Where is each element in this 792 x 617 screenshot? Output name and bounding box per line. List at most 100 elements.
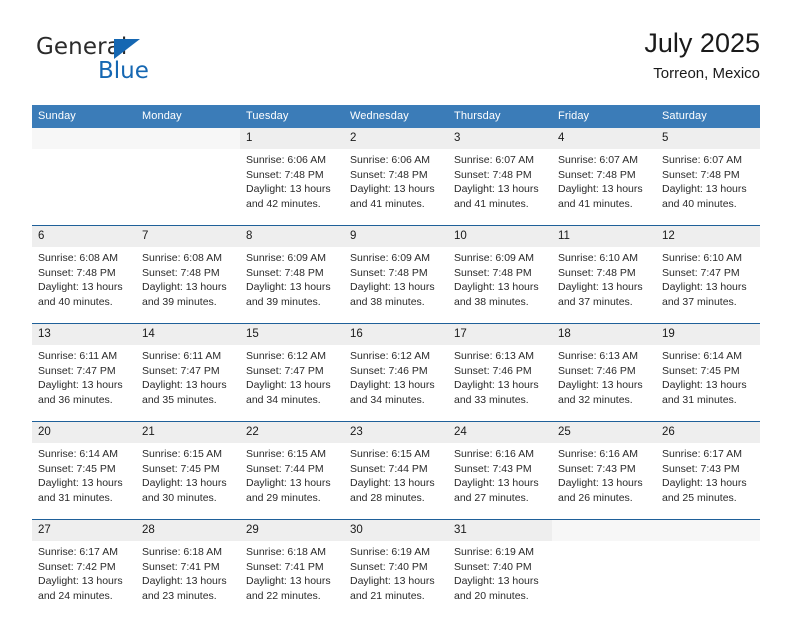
day-info: Sunrise: 6:10 AM Sunset: 7:48 PM Dayligh…: [552, 247, 656, 323]
day-number[interactable]: 8: [240, 226, 344, 247]
daylight-text-line2: and 41 minutes.: [350, 197, 425, 210]
daylight-text-line2: and 30 minutes.: [142, 491, 217, 504]
sunset-text: Sunset: 7:48 PM: [246, 266, 324, 279]
day-info: Sunrise: 6:08 AM Sunset: 7:48 PM Dayligh…: [136, 247, 240, 323]
daylight-text-line2: and 22 minutes.: [246, 589, 321, 602]
day-number[interactable]: 26: [656, 422, 760, 443]
day-info: Sunrise: 6:06 AM Sunset: 7:48 PM Dayligh…: [240, 149, 344, 225]
daylight-text-line2: and 38 minutes.: [350, 295, 425, 308]
day-info-empty: [552, 541, 656, 617]
day-info: Sunrise: 6:14 AM Sunset: 7:45 PM Dayligh…: [32, 443, 136, 519]
daylight-text-line2: and 27 minutes.: [454, 491, 529, 504]
logo-text-blue: Blue: [98, 58, 149, 84]
sunset-text: Sunset: 7:47 PM: [142, 364, 220, 377]
day-info-row: Sunrise: 6:17 AM Sunset: 7:42 PM Dayligh…: [32, 541, 760, 617]
sunset-text: Sunset: 7:47 PM: [246, 364, 324, 377]
sunrise-text: Sunrise: 6:13 AM: [454, 350, 534, 362]
day-number[interactable]: 30: [344, 520, 448, 541]
day-number[interactable]: 15: [240, 324, 344, 345]
day-number[interactable]: 20: [32, 422, 136, 443]
daylight-text-line2: and 23 minutes.: [142, 589, 217, 602]
general-blue-logo[interactable]: General Blue: [36, 34, 236, 90]
daylight-text-line1: Daylight: 13 hours: [662, 281, 747, 294]
daylight-text-line1: Daylight: 13 hours: [142, 379, 227, 392]
daylight-text-line1: Daylight: 13 hours: [246, 575, 331, 588]
day-info-row: Sunrise: 6:14 AM Sunset: 7:45 PM Dayligh…: [32, 443, 760, 519]
day-info: Sunrise: 6:18 AM Sunset: 7:41 PM Dayligh…: [240, 541, 344, 617]
day-number[interactable]: 24: [448, 422, 552, 443]
day-number[interactable]: 1: [240, 128, 344, 149]
sunset-text: Sunset: 7:48 PM: [558, 168, 636, 181]
day-cell-empty: [552, 520, 656, 541]
day-info: Sunrise: 6:12 AM Sunset: 7:47 PM Dayligh…: [240, 345, 344, 421]
daylight-text-line1: Daylight: 13 hours: [662, 477, 747, 490]
daylight-text-line1: Daylight: 13 hours: [454, 379, 539, 392]
daylight-text-line1: Daylight: 13 hours: [142, 477, 227, 490]
daylight-text-line2: and 31 minutes.: [38, 491, 113, 504]
day-number[interactable]: 2: [344, 128, 448, 149]
daylight-text-line1: Daylight: 13 hours: [350, 477, 435, 490]
sunrise-text: Sunrise: 6:18 AM: [142, 546, 222, 558]
day-number[interactable]: 13: [32, 324, 136, 345]
weekday-header-thursday: Thursday: [448, 105, 552, 128]
logo-triangle-icon: [114, 39, 140, 59]
sunset-text: Sunset: 7:44 PM: [350, 462, 428, 475]
day-number[interactable]: 5: [656, 128, 760, 149]
daylight-text-line2: and 34 minutes.: [350, 393, 425, 406]
daylight-text-line2: and 39 minutes.: [246, 295, 321, 308]
day-number[interactable]: 31: [448, 520, 552, 541]
day-number[interactable]: 25: [552, 422, 656, 443]
sunset-text: Sunset: 7:43 PM: [662, 462, 740, 475]
day-info: Sunrise: 6:06 AM Sunset: 7:48 PM Dayligh…: [344, 149, 448, 225]
day-info: Sunrise: 6:16 AM Sunset: 7:43 PM Dayligh…: [552, 443, 656, 519]
daylight-text-line1: Daylight: 13 hours: [38, 575, 123, 588]
daylight-text-line1: Daylight: 13 hours: [454, 575, 539, 588]
day-number[interactable]: 14: [136, 324, 240, 345]
daylight-text-line1: Daylight: 13 hours: [350, 183, 435, 196]
sunrise-text: Sunrise: 6:07 AM: [662, 154, 742, 166]
day-number[interactable]: 22: [240, 422, 344, 443]
sunrise-text: Sunrise: 6:16 AM: [454, 448, 534, 460]
day-number[interactable]: 23: [344, 422, 448, 443]
day-number[interactable]: 18: [552, 324, 656, 345]
sunset-text: Sunset: 7:46 PM: [558, 364, 636, 377]
day-number[interactable]: 11: [552, 226, 656, 247]
day-number[interactable]: 12: [656, 226, 760, 247]
sunset-text: Sunset: 7:48 PM: [350, 168, 428, 181]
day-number-row: 6 7 8 9 10 11 12: [32, 226, 760, 247]
day-number[interactable]: 4: [552, 128, 656, 149]
day-info: Sunrise: 6:18 AM Sunset: 7:41 PM Dayligh…: [136, 541, 240, 617]
sunrise-text: Sunrise: 6:08 AM: [38, 252, 118, 264]
day-number[interactable]: 21: [136, 422, 240, 443]
daylight-text-line1: Daylight: 13 hours: [558, 183, 643, 196]
day-number[interactable]: 29: [240, 520, 344, 541]
day-number[interactable]: 17: [448, 324, 552, 345]
day-number-row: 20 21 22 23 24 25 26: [32, 422, 760, 443]
sunrise-text: Sunrise: 6:12 AM: [246, 350, 326, 362]
page-subtitle-location: Torreon, Mexico: [653, 65, 760, 82]
day-number[interactable]: 3: [448, 128, 552, 149]
sunrise-sunset-calendar: Sunday Monday Tuesday Wednesday Thursday…: [32, 105, 760, 617]
sunrise-text: Sunrise: 6:13 AM: [558, 350, 638, 362]
day-number[interactable]: 28: [136, 520, 240, 541]
day-info: Sunrise: 6:19 AM Sunset: 7:40 PM Dayligh…: [448, 541, 552, 617]
day-number[interactable]: 6: [32, 226, 136, 247]
day-number[interactable]: 27: [32, 520, 136, 541]
daylight-text-line1: Daylight: 13 hours: [246, 477, 331, 490]
weekday-header-wednesday: Wednesday: [344, 105, 448, 128]
daylight-text-line2: and 26 minutes.: [558, 491, 633, 504]
day-number[interactable]: 16: [344, 324, 448, 345]
day-cell-empty: [136, 128, 240, 149]
sunset-text: Sunset: 7:41 PM: [142, 560, 220, 573]
day-number[interactable]: 10: [448, 226, 552, 247]
day-info: Sunrise: 6:07 AM Sunset: 7:48 PM Dayligh…: [656, 149, 760, 225]
daylight-text-line2: and 20 minutes.: [454, 589, 529, 602]
sunrise-text: Sunrise: 6:09 AM: [246, 252, 326, 264]
day-number[interactable]: 7: [136, 226, 240, 247]
sunrise-text: Sunrise: 6:08 AM: [142, 252, 222, 264]
day-number[interactable]: 9: [344, 226, 448, 247]
day-number[interactable]: 19: [656, 324, 760, 345]
sunset-text: Sunset: 7:48 PM: [142, 266, 220, 279]
daylight-text-line1: Daylight: 13 hours: [350, 575, 435, 588]
sunset-text: Sunset: 7:47 PM: [662, 266, 740, 279]
